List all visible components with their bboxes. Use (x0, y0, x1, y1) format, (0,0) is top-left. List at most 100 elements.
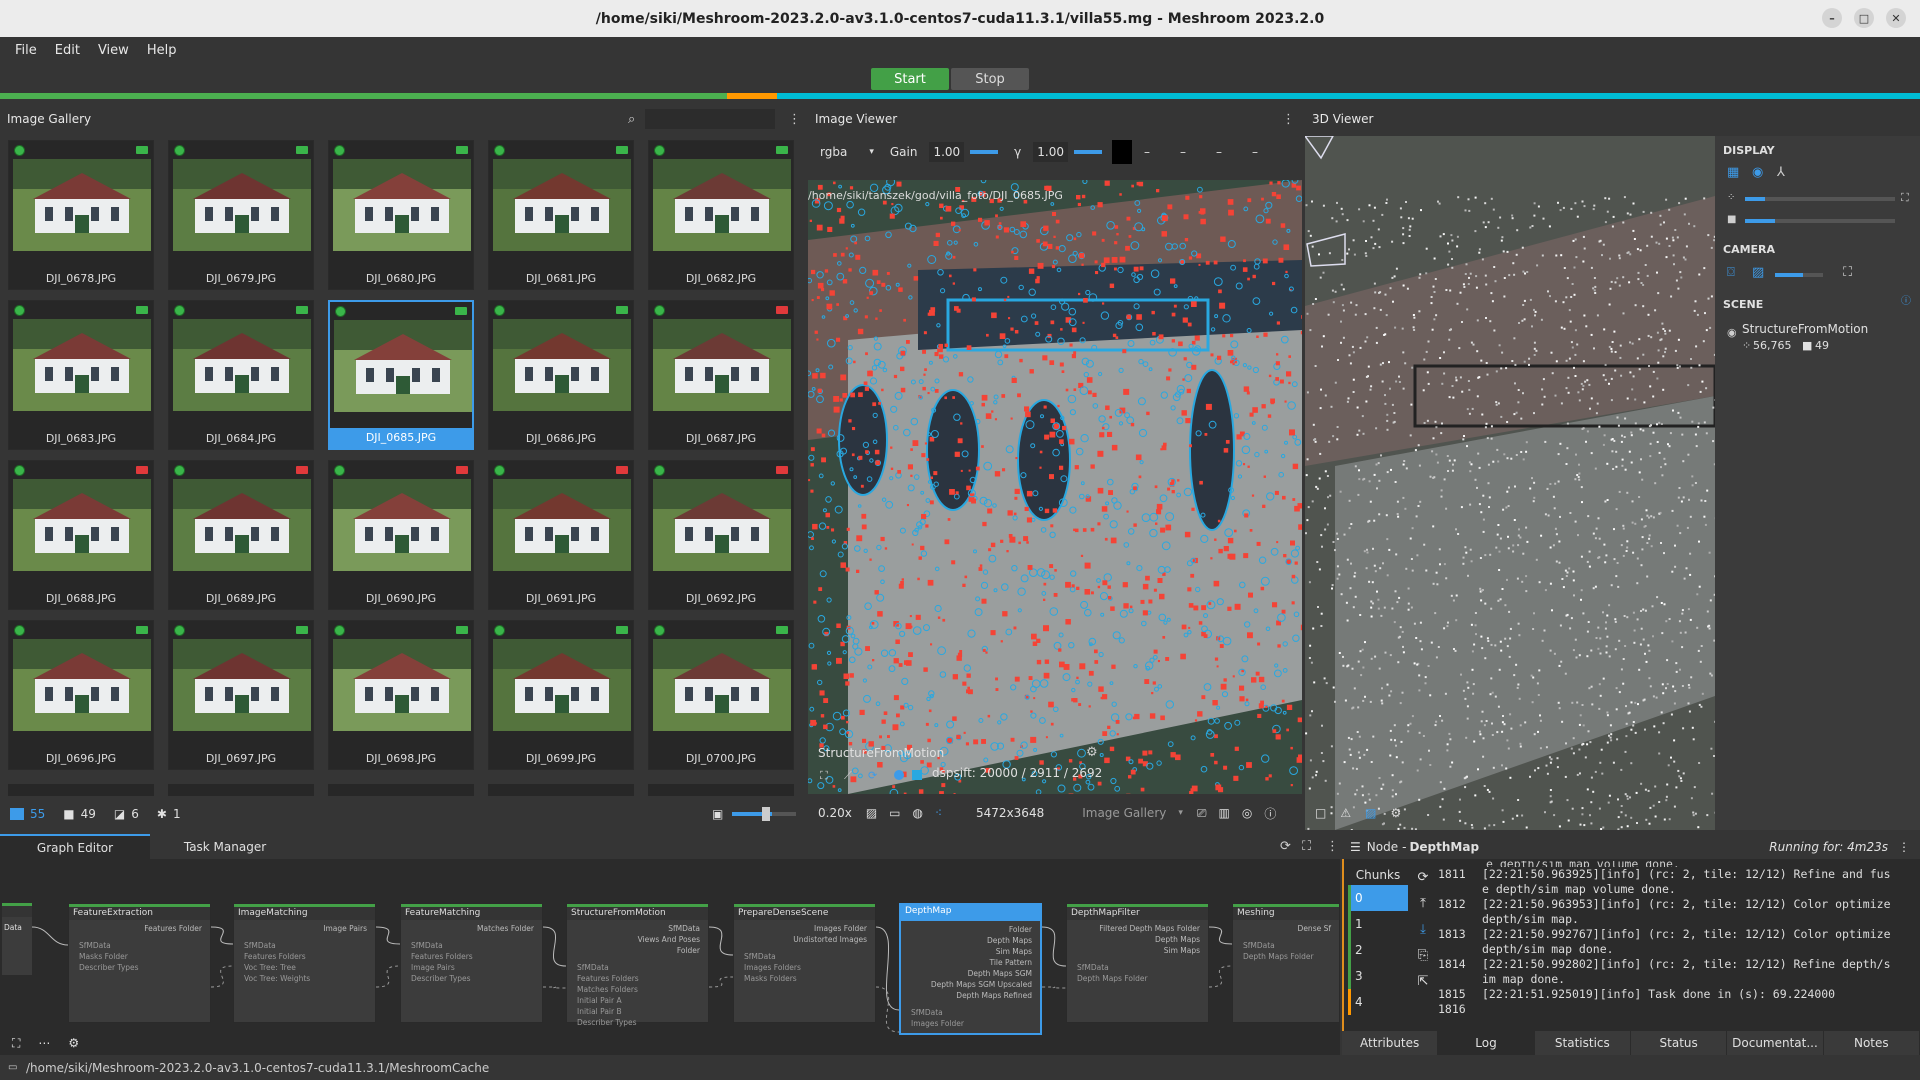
gallery-thumbnail[interactable]: DJI_0684.JPG (168, 300, 314, 450)
graph-node-featurematching[interactable]: FeatureMatching Matches Folder SfMData Feat… (400, 903, 543, 1023)
scroll-top-icon[interactable]: ⤒ (1412, 891, 1434, 917)
gallery-thumbnail[interactable]: DJI_0682.JPG (648, 140, 794, 290)
node-input-port[interactable]: SfMData (744, 952, 776, 961)
metadata-icon[interactable]: ⎚ (1197, 806, 1207, 821)
graph-node-partial[interactable]: Data (2, 903, 32, 975)
maximize-button[interactable]: □ (1854, 8, 1874, 28)
node-input-port[interactable]: SfMData (411, 941, 443, 950)
gain-value[interactable]: 1.00 (929, 142, 965, 162)
gallery-thumbnail[interactable]: DJI_0686.JPG (488, 300, 634, 450)
node-input-port[interactable]: SfMData (1077, 963, 1109, 972)
image-source-select[interactable]: Image Gallery (1082, 806, 1166, 820)
gear-icon[interactable]: ⚙ (1390, 806, 1401, 820)
gallery-thumbnail[interactable]: DJI_0681.JPG (488, 140, 634, 290)
graph-node-depthmapfilter[interactable]: DepthMapFilter Filtered Depth Maps Folder… (1066, 903, 1209, 1023)
menu-help[interactable]: Help (138, 43, 186, 58)
node-output-port[interactable]: Depth Maps SGM (968, 969, 1032, 978)
gallery-thumbnail[interactable]: DJI_0691.JPG (488, 460, 634, 610)
node-input-port[interactable]: Describer Types (577, 1018, 637, 1027)
gallery-thumbnail[interactable]: DJI_0698.JPG (328, 620, 474, 770)
close-button[interactable]: ✕ (1886, 8, 1906, 28)
graph-node-structurefrommotion[interactable]: StructureFromMotion SfMData Views And Pose… (566, 903, 709, 1027)
refresh-icon[interactable]: ⟳ (1412, 865, 1434, 891)
gear-icon[interactable]: ⚙ (68, 1036, 79, 1050)
graph-node-depthmap[interactable]: DepthMap Folder Depth Maps Sim Maps Tile Pat… (899, 903, 1042, 1035)
node-output-port[interactable]: SfMData (668, 924, 700, 933)
gizmo-icon[interactable]: ◉ (1752, 166, 1763, 179)
axis-icon[interactable]: ⅄ (1777, 166, 1785, 179)
histogram-icon[interactable]: ▥ (1219, 806, 1230, 820)
node-input-port[interactable]: SfMData (79, 941, 111, 950)
start-button[interactable]: Start (871, 68, 949, 90)
channel-select[interactable]: rgba (820, 145, 847, 159)
gallery-thumbnail[interactable]: DJI_0683.JPG (8, 300, 154, 450)
node-output-port[interactable]: Folder (1009, 925, 1032, 934)
node-input-port[interactable]: SfMData (577, 963, 609, 972)
node-output-port[interactable]: Depth Maps (987, 936, 1032, 945)
chunk-item[interactable]: 4 (1348, 989, 1408, 1015)
gallery-thumbnail[interactable]: DJI_0680.JPG (328, 140, 474, 290)
gallery-thumbnail[interactable]: DJI_0685.JPG (328, 300, 474, 450)
tab-notes[interactable]: Notes (1824, 1031, 1920, 1055)
gallery-thumbnail[interactable]: DJI_0699.JPG (488, 620, 634, 770)
fit-icon[interactable]: ⛶ (820, 770, 828, 781)
info-icon[interactable]: ⓘ (1264, 805, 1276, 822)
node-output-port[interactable]: Sim Maps (1164, 946, 1200, 955)
node-input-port[interactable]: Initial Pair A (577, 996, 622, 1005)
node-input-port[interactable]: Depth Maps Folder (1077, 974, 1148, 983)
graph-node-meshing[interactable]: Meshing Dense Sf SfMData Depth Maps Folder (1232, 903, 1340, 1023)
menu-file[interactable]: File (6, 43, 46, 58)
node-input-port[interactable]: Features Folders (411, 952, 473, 961)
gallery-thumbnail[interactable]: DJI_0689.JPG (168, 460, 314, 610)
tab-statistics[interactable]: Statistics (1535, 1031, 1631, 1055)
more-icon[interactable]: ⋯ (38, 1036, 50, 1050)
scene-item-name[interactable]: StructureFromMotion (1742, 322, 1868, 336)
gallery-thumbnail[interactable]: DJI_0687.JPG (648, 300, 794, 450)
node-input-port[interactable]: Images Folder (911, 1019, 964, 1028)
gear-icon[interactable]: ⚙ (1086, 746, 1098, 759)
image-canvas[interactable]: /home/siki/tanszek/god/villa_foto/DJI_06… (808, 180, 1302, 794)
camera-icon[interactable]: ⌼ (1727, 266, 1735, 279)
node-output-port[interactable]: Features Folder (144, 924, 202, 933)
gain-slider[interactable] (970, 150, 999, 154)
node-input-port[interactable]: Masks Folder (79, 952, 128, 961)
external-link-icon[interactable]: ⇱ (1412, 969, 1434, 995)
node-output-port[interactable]: Views And Poses (638, 935, 700, 944)
thumbnail-size-handle[interactable] (762, 807, 770, 821)
more-options-icon[interactable]: ⋮ (1282, 113, 1295, 126)
gallery-thumbnail[interactable]: DJI_0700.JPG (648, 620, 794, 770)
camera-scale-slider[interactable] (1745, 219, 1775, 223)
node-input-port[interactable]: Image Pairs (411, 963, 455, 972)
stop-button[interactable]: Stop (951, 68, 1029, 90)
chunk-item[interactable]: 1 (1348, 911, 1408, 937)
node-input-port[interactable]: Depth Maps Folder (1243, 952, 1314, 961)
intrinsics-icon[interactable]: ✱ (157, 807, 167, 821)
node-input-port[interactable]: SfMData (1243, 941, 1275, 950)
globe-icon[interactable]: ◎ (1242, 806, 1252, 820)
chunk-item[interactable]: 2 (1348, 937, 1408, 963)
3d-canvas[interactable] (1305, 136, 1715, 830)
sync-icon[interactable]: ⟳ (868, 770, 877, 781)
gallery-search-input[interactable] (645, 109, 775, 129)
node-input-port[interactable]: Masks Folders (744, 974, 797, 983)
image-opacity-slider[interactable] (1775, 273, 1803, 277)
node-input-port[interactable]: SfMData (244, 941, 276, 950)
gallery-thumbnail[interactable]: DJI_0696.JPG (8, 620, 154, 770)
features-icon[interactable]: ⁖ (935, 806, 942, 820)
distortion-icon[interactable]: ◍ (913, 806, 923, 820)
node-output-port[interactable]: Sim Maps (996, 947, 1032, 956)
camera-icon[interactable]: ■ (63, 807, 74, 821)
node-input-port[interactable]: Voc Tree: Tree (244, 963, 296, 972)
gallery-thumbnail[interactable]: DJI_0679.JPG (168, 140, 314, 290)
log-view[interactable]: e depth/sim map volume done. 1811 [22:21:… (1438, 861, 1920, 1031)
minimize-button[interactable]: – (1822, 8, 1842, 28)
graph-node-imagematching[interactable]: ImageMatching Image Pairs SfMData Features … (233, 903, 376, 1023)
info-icon[interactable]: ⓘ (1901, 297, 1911, 307)
node-output-port[interactable]: Filtered Depth Maps Folder (1099, 924, 1200, 933)
image-overlay-icon[interactable]: ▨ (1752, 266, 1764, 279)
node-input-port[interactable]: SfMData (911, 1008, 943, 1017)
image-icon[interactable] (10, 808, 24, 820)
node-input-port[interactable]: Describer Types (411, 974, 471, 983)
gallery-thumbnail[interactable]: DJI_0692.JPG (648, 460, 794, 610)
scroll-bottom-icon[interactable]: ⤓ (1412, 917, 1434, 943)
